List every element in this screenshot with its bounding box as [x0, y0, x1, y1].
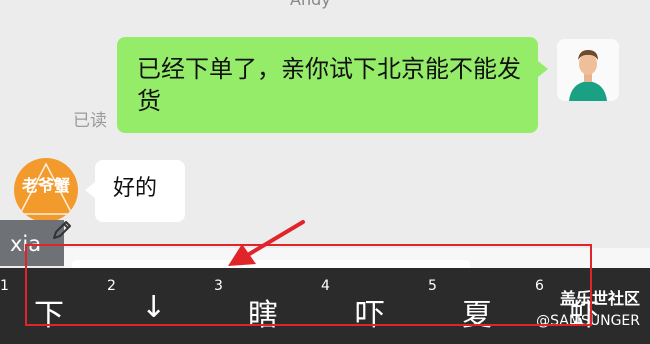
- contact-avatar-text: 老爷蟹: [21, 176, 70, 195]
- chat-screen: Andy 已经下单了，亲你试下北京能不能发货 已读 老爷蟹 好的 xia: [0, 0, 650, 344]
- annotation-box: [25, 244, 592, 326]
- outgoing-message-text: 已经下单了，亲你试下北京能不能发货: [137, 55, 521, 115]
- incoming-message-bubble[interactable]: 好的: [85, 160, 185, 222]
- read-status: 已读: [73, 111, 107, 131]
- chat-title-partial: Andy: [290, 0, 331, 9]
- incoming-message-text: 好的: [113, 176, 158, 201]
- person-avatar-icon: [557, 39, 619, 101]
- my-avatar[interactable]: [557, 39, 619, 101]
- pencil-icon[interactable]: [50, 218, 74, 242]
- contact-avatar[interactable]: 老爷蟹: [14, 158, 78, 222]
- candidate-number: 1: [0, 278, 9, 294]
- outgoing-message-bubble[interactable]: 已经下单了，亲你试下北京能不能发货: [117, 37, 548, 133]
